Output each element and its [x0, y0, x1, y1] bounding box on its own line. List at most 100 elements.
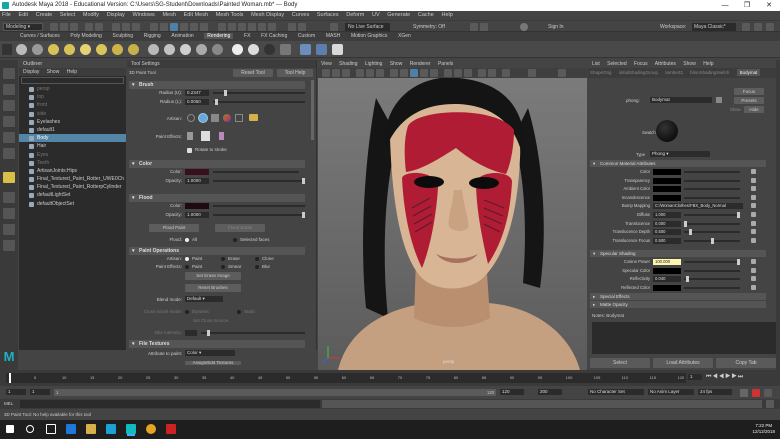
attr-number-field[interactable]: 0.000	[653, 220, 681, 227]
sign-in-button[interactable]: Sign In	[548, 23, 578, 31]
attr-number-field[interactable]: 0.040	[653, 276, 681, 283]
map-button-icon[interactable]	[751, 194, 756, 200]
tool-help-button[interactable]: Tool Help	[277, 69, 313, 77]
map-button-icon[interactable]	[751, 169, 756, 174]
op-clone-radio[interactable]: Clone	[255, 256, 274, 261]
menu-edit[interactable]: Edit	[19, 12, 28, 18]
brush-settings-icon[interactable]	[219, 132, 224, 140]
square-brush-icon[interactable]	[211, 114, 219, 122]
blur-intensity-slider-knob[interactable]	[207, 330, 211, 336]
ae-menu-focus[interactable]: Focus	[634, 61, 648, 67]
select-tool-icon[interactable]	[3, 68, 15, 79]
pfx-smear-radio[interactable]: Smear	[221, 264, 241, 269]
vp-menu-renderer[interactable]: Renderer	[410, 61, 431, 67]
ambient-occlusion-icon[interactable]	[444, 69, 452, 77]
outliner-search-input[interactable]	[21, 77, 124, 84]
render-settings-shelf-icon[interactable]	[316, 44, 327, 55]
side-dock-tabs[interactable]	[776, 60, 780, 370]
notes-textarea[interactable]	[592, 322, 776, 354]
attr-slider[interactable]	[684, 286, 740, 289]
search-icon[interactable]	[26, 425, 34, 433]
attr-slider[interactable]	[684, 220, 740, 227]
film-gate-icon[interactable]	[366, 69, 374, 77]
radius-u-field[interactable]: 0.2347	[185, 90, 209, 96]
isolate-select-icon[interactable]	[478, 69, 486, 77]
outliner-item[interactable]: default1	[19, 126, 126, 134]
shelf-tab-poly-modeling[interactable]: Poly Modeling	[70, 33, 101, 39]
menu-mesh-display[interactable]: Mesh Display	[251, 12, 284, 18]
magnet-icon[interactable]	[330, 23, 338, 31]
map-button-icon[interactable]	[751, 220, 756, 226]
map-button-icon[interactable]	[751, 237, 756, 243]
select-by-hierarchy-icon[interactable]	[112, 23, 120, 31]
phong-shader-icon[interactable]	[180, 44, 191, 55]
symmetry-field[interactable]: Symmetry: Off	[413, 23, 455, 31]
ae-menu-help[interactable]: Help	[703, 61, 713, 67]
attr-slider[interactable]	[684, 212, 740, 218]
vp-menu-panels[interactable]: Panels	[438, 61, 453, 67]
phonge-shader-icon[interactable]	[196, 44, 207, 55]
shelf-tab-sculpting[interactable]: Sculpting	[113, 33, 134, 39]
flood-section-header[interactable]: Flood	[129, 194, 305, 202]
attr-slider-knob[interactable]	[684, 220, 687, 227]
radius-l-slider[interactable]	[213, 99, 305, 105]
op-paint-radio[interactable]: Paint	[185, 256, 202, 261]
auto-keyframe-toggle-icon[interactable]	[752, 389, 760, 397]
attr-color-swatch[interactable]	[653, 194, 681, 201]
character-set-select[interactable]: No Character Set	[588, 389, 644, 395]
outliner-item[interactable]: Final_Textured_Paint_Rotter_UWE0Ch	[19, 175, 126, 183]
flood-opacity-slider-knob[interactable]	[302, 212, 305, 218]
material-swatch[interactable]	[656, 120, 678, 142]
tool-settings-scrollbar[interactable]	[311, 80, 314, 140]
anisotropic-shader-icon[interactable]	[212, 44, 223, 55]
attr-slider[interactable]	[684, 276, 740, 283]
outliner-item[interactable]: Eyes	[19, 151, 126, 159]
radius-u-slider[interactable]	[213, 90, 305, 96]
flood-paint-button[interactable]: Flood Paint	[149, 224, 199, 232]
shelf-menu-icon[interactable]	[2, 44, 12, 55]
attr-slider[interactable]	[684, 171, 740, 173]
map-button-icon[interactable]	[751, 186, 756, 192]
flood-erase-button[interactable]: Flood Erase	[215, 224, 265, 232]
blend-mode-select[interactable]: Default ▾	[185, 296, 223, 302]
resolution-gate-icon[interactable]	[376, 69, 384, 77]
hide-button[interactable]: Hide	[744, 106, 764, 113]
map-button-icon[interactable]	[751, 259, 756, 264]
outliner-menu-help[interactable]: Help	[67, 69, 77, 75]
outliner-item[interactable]: Eyelashes	[19, 118, 126, 126]
attr-color-swatch[interactable]	[653, 177, 681, 184]
make-live-icon[interactable]	[200, 23, 208, 31]
workspace-select[interactable]: Maya Classic*	[692, 23, 736, 31]
camera-attributes-icon[interactable]	[332, 69, 340, 77]
shelf-tab-rigging[interactable]: Rigging	[144, 33, 161, 39]
rotate-tool-icon[interactable]	[3, 132, 15, 143]
attr-number-field[interactable]: 0.500	[653, 229, 681, 236]
color-management-icon[interactable]	[558, 69, 566, 77]
construction-history-icon[interactable]	[218, 23, 226, 31]
motion-blur-icon[interactable]	[454, 69, 462, 77]
snap-view-plane-icon[interactable]	[190, 23, 198, 31]
select-button[interactable]: Select	[590, 358, 650, 368]
attr-color-swatch[interactable]	[653, 267, 681, 274]
vp-menu-view[interactable]: View	[321, 61, 332, 67]
volume-light-icon[interactable]	[128, 44, 139, 55]
menu-select[interactable]: Select	[60, 12, 75, 18]
ae-menu-show[interactable]: Show	[683, 61, 696, 67]
set-erase-image-button[interactable]: Set Erase Image	[185, 272, 241, 280]
shelf-tab-fx-caching[interactable]: FX Caching	[261, 33, 287, 39]
auto-key-icon[interactable]	[740, 389, 748, 397]
close-button[interactable]: ✕	[758, 0, 780, 11]
load-attributes-button[interactable]: Load Attributes	[653, 358, 713, 368]
acrobat-icon[interactable]	[166, 424, 176, 434]
color-swatch[interactable]	[185, 169, 209, 175]
tool-settings-toggle-icon[interactable]	[766, 23, 774, 31]
select-by-component-icon[interactable]	[132, 23, 140, 31]
brush-section-header[interactable]: Brush	[129, 81, 305, 89]
type-select[interactable]: Phong ▾	[650, 151, 710, 157]
menu-uv[interactable]: UV	[372, 12, 380, 18]
menu-generate[interactable]: Generate	[387, 12, 410, 18]
ipr-render-icon[interactable]	[248, 23, 256, 31]
select-by-object-icon[interactable]	[122, 23, 130, 31]
radius-l-slider-knob[interactable]	[214, 99, 218, 105]
file-explorer-icon[interactable]	[86, 424, 96, 434]
